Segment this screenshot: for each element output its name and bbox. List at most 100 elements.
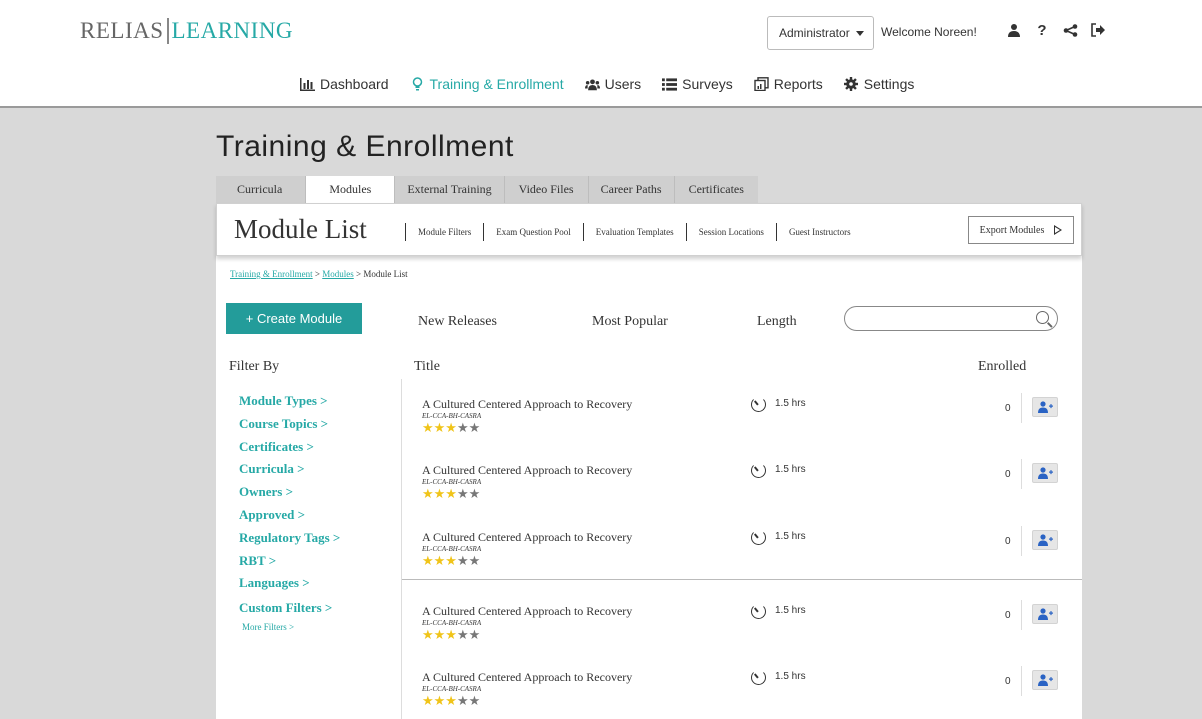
tab-career-paths[interactable]: Career Paths [588,176,675,203]
search-icon[interactable] [1036,311,1049,324]
nav-users[interactable]: Users [584,76,641,92]
star-rating: ★★★★★ [422,553,480,569]
export-modules-label: Export Modules [979,224,1045,236]
enroll-user-button[interactable] [1032,530,1058,550]
more-filters-link[interactable]: More Filters > [242,622,294,632]
logo-divider [166,18,169,44]
tab-modules[interactable]: Modules [306,176,396,203]
add-user-icon [1038,534,1053,546]
nav-dashboard[interactable]: Dashboard [300,76,389,92]
play-arrow-icon [1054,225,1063,235]
breadcrumb-current: Module List [363,269,408,279]
nav-settings[interactable]: Settings [844,76,915,92]
logo-relias: RELIAS [80,18,164,43]
star-filled-icon: ★★★ [422,693,457,708]
module-search [844,306,1058,331]
user-icon[interactable] [1005,22,1023,38]
module-list: A Cultured Centered Approach to Recovery… [402,379,1082,719]
link-evaluation-templates[interactable]: Evaluation Templates [582,223,686,241]
nav-training-label: Training & Enrollment [429,76,564,92]
module-title[interactable]: A Cultured Centered Approach to Recovery [422,670,632,685]
filter-course-topics[interactable]: Course Topics > [239,413,340,436]
tab-curricula[interactable]: Curricula [216,176,307,203]
breadcrumb-sep: > [312,269,323,279]
clock-icon [751,530,766,545]
filter-rbt[interactable]: RBT > [239,550,340,573]
star-empty-icon: ★★ [456,627,481,642]
module-title[interactable]: A Cultured Centered Approach to Recovery [422,530,632,545]
star-empty-icon: ★★ [456,420,481,435]
module-title[interactable]: A Cultured Centered Approach to Recovery [422,604,632,619]
star-empty-icon: ★★ [456,693,481,708]
enroll-user-button[interactable] [1032,463,1058,483]
role-select-value: Administrator [779,26,850,40]
sort-length[interactable]: Length [757,314,797,330]
filter-custom-filters[interactable]: Custom Filters > [239,597,340,620]
module-title[interactable]: A Cultured Centered Approach to Recovery [422,397,632,412]
nav-surveys[interactable]: Surveys [662,76,733,92]
filter-owners[interactable]: Owners > [239,481,340,504]
relias-logo[interactable]: RELIAS LEARNING [80,18,293,44]
breadcrumb-modules[interactable]: Modules [322,269,354,279]
filter-languages[interactable]: Languages > [239,572,340,595]
module-row[interactable]: A Cultured Centered Approach to Recovery… [402,586,1082,652]
add-user-icon [1038,467,1053,479]
title-column-header[interactable]: Title [414,359,440,375]
share-icon[interactable] [1061,22,1079,38]
modules-panel: Module List Module Filters Exam Question… [216,203,1082,719]
nav-reports[interactable]: Reports [754,76,823,92]
help-icon[interactable]: ? [1033,22,1051,39]
star-filled-icon: ★★★ [422,486,457,501]
nav-settings-label: Settings [863,76,915,92]
filter-regulatory-tags[interactable]: Regulatory Tags > [239,527,340,550]
module-row[interactable]: A Cultured Centered Approach to Recovery… [402,512,1082,578]
link-module-filters[interactable]: Module Filters [405,223,483,241]
enrolled-count: 0 [1005,469,1011,480]
enroll-user-button[interactable] [1032,397,1058,417]
tab-video-files[interactable]: Video Files [504,176,589,203]
module-row[interactable]: A Cultured Centered Approach to Recovery… [402,445,1082,511]
tab-external-training[interactable]: External Training [395,176,505,203]
module-title[interactable]: A Cultured Centered Approach to Recovery [422,463,632,478]
enroll-user-button[interactable] [1032,604,1058,624]
role-select[interactable]: Administrator [767,16,874,50]
filter-curricula[interactable]: Curricula > [239,458,340,481]
link-session-locations[interactable]: Session Locations [685,223,776,241]
module-code: EL-CCA-BH-CASRA [422,545,482,553]
section-tabs: Curricula Modules External Training Vide… [216,176,758,203]
module-length: 1.5 hrs [775,605,806,616]
reports-icon [754,77,769,91]
link-exam-question-pool[interactable]: Exam Question Pool [483,223,583,241]
module-code: EL-CCA-BH-CASRA [422,478,482,486]
page-title: Training & Enrollment [216,130,514,163]
tab-certificates[interactable]: Certificates [674,176,758,203]
nav-training-enrollment[interactable]: Training & Enrollment [410,76,564,92]
filter-approved[interactable]: Approved > [239,504,340,527]
enroll-divider [1021,600,1022,630]
enrolled-count: 0 [1005,403,1011,414]
filter-list: Module Types > Course Topics > Certifica… [239,390,340,620]
nav-surveys-label: Surveys [682,76,733,92]
search-input[interactable] [855,307,1035,329]
lightbulb-icon [410,77,425,91]
sort-new-releases[interactable]: New Releases [418,314,497,330]
enroll-user-button[interactable] [1032,670,1058,690]
star-rating: ★★★★★ [422,486,480,502]
sort-most-popular[interactable]: Most Popular [592,314,668,330]
link-guest-instructors[interactable]: Guest Instructors [775,223,863,241]
module-length: 1.5 hrs [775,671,806,682]
enroll-divider [1021,666,1022,696]
module-length: 1.5 hrs [775,531,806,542]
breadcrumb-training[interactable]: Training & Enrollment [230,269,313,279]
enrolled-column-header[interactable]: Enrolled [978,359,1026,375]
star-rating: ★★★★★ [422,420,480,436]
filter-certificates[interactable]: Certificates > [239,436,340,459]
export-modules-button[interactable]: Export Modules [968,216,1074,244]
logo-learning: LEARNING [171,18,294,43]
filter-module-types[interactable]: Module Types > [239,390,340,413]
logout-icon[interactable] [1089,22,1107,38]
create-module-button[interactable]: + Create Module [226,303,362,334]
module-row[interactable]: A Cultured Centered Approach to Recovery… [402,652,1082,718]
module-row[interactable]: A Cultured Centered Approach to Recovery… [402,379,1082,445]
enrolled-count: 0 [1005,610,1011,621]
